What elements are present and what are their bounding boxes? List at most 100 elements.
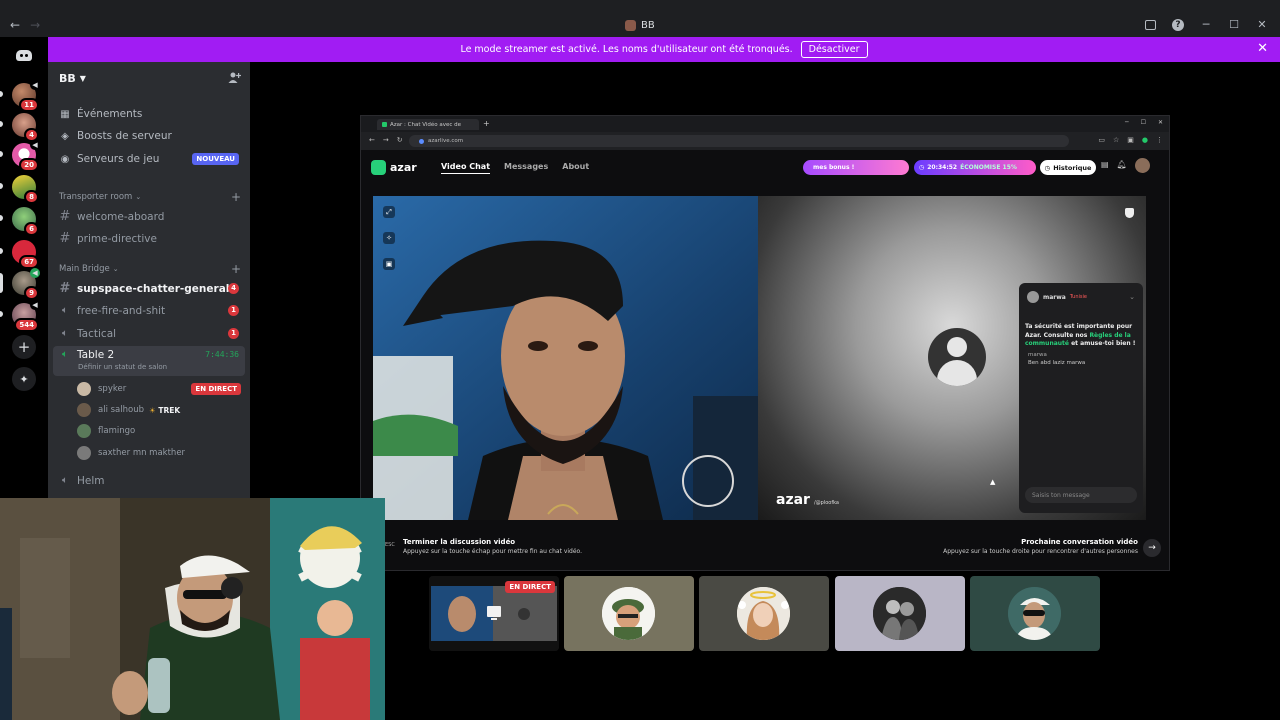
menu-dots-icon[interactable]: ⋮	[1156, 136, 1163, 144]
bonus-button[interactable]: mes bonus !	[803, 160, 909, 175]
channel-helm[interactable]: 🔈︎ Helm	[53, 470, 245, 491]
cast-icon[interactable]: ▭	[1098, 136, 1105, 144]
stream-tile-1[interactable]: EN DIRECT	[429, 576, 559, 651]
server-icon-2[interactable]: 4	[0, 113, 39, 142]
add-server-button[interactable]: +	[12, 335, 36, 359]
server-name: BB	[59, 71, 76, 85]
server-icon-3[interactable]: ◀ 20	[0, 140, 40, 172]
next-chat-hint[interactable]: Prochaine conversation vidéo Appuyez sur…	[943, 538, 1138, 556]
shop-icon[interactable]: ▤	[1101, 160, 1109, 173]
channel-welcome-aboard[interactable]: # welcome-aboard	[53, 206, 245, 227]
user-avatar[interactable]	[1134, 158, 1150, 173]
server-icon-7[interactable]: ◀ 9	[0, 268, 40, 300]
channel-supspace-chatter-general[interactable]: # supspace-chatter-general 4	[53, 278, 245, 299]
unread-pill	[0, 215, 3, 221]
nav-video-chat[interactable]: Video Chat	[441, 162, 491, 174]
promo-timer: 20:34:52	[927, 164, 958, 171]
stream-tile-4[interactable]	[835, 576, 965, 651]
promo-button[interactable]: ◷ 20:34:52 ÉCONOMISE 15%	[914, 160, 1036, 175]
expand-icon[interactable]: ⤢	[383, 206, 395, 218]
channel-tactical[interactable]: 🔈︎ Tactical 1	[53, 323, 245, 344]
browser-nav: ← → ↻	[369, 136, 403, 144]
nav-about[interactable]: About	[562, 162, 589, 174]
forward-arrow-icon[interactable]: →	[30, 18, 40, 32]
explore-compass-icon[interactable]: ✦	[12, 367, 36, 391]
partner-avatar	[1027, 291, 1039, 303]
inbox-icon[interactable]	[1145, 19, 1156, 30]
server-icon-8[interactable]: ◀ 544	[0, 300, 40, 332]
speaker-icon: 🔈︎	[62, 305, 68, 316]
bell-icon[interactable]: 🔔︎	[1117, 160, 1127, 173]
participant-avatar	[602, 587, 655, 640]
maximize-icon[interactable]: ☐	[1141, 119, 1146, 126]
chat-panel: marwa Tunisie ⌄ Ta sécurité est importan…	[1019, 283, 1143, 513]
set-channel-status[interactable]: Définir un statut de salon	[78, 363, 167, 371]
voice-user-ali-salhoub[interactable]: ali salhoub ☀ TREK	[77, 400, 245, 420]
history-label: Historique	[1053, 163, 1092, 172]
channel-table-2[interactable]: 🔈︎ Table 2 7:44:36 Définir un statut de …	[53, 346, 245, 376]
partner-country: Tunisie	[1069, 294, 1087, 300]
server-icon-1[interactable]: ◀ 11	[0, 80, 40, 112]
shared-screen-browser[interactable]: Azar : Chat Vidéo avec de + ─ ☐ ✕ ← → ↻ …	[360, 115, 1170, 571]
minimize-button[interactable]: ─	[1200, 18, 1212, 31]
add-channel-icon[interactable]: +	[231, 262, 241, 276]
unread-pill	[0, 91, 3, 97]
filter-icon[interactable]: ▣	[383, 258, 395, 270]
server-icon-4[interactable]: 8	[0, 175, 39, 204]
profile-icon[interactable]: ●	[1142, 136, 1148, 144]
game-servers-menu-item[interactable]: ◉ Serveurs de jeu NOUVEAU	[59, 149, 245, 169]
channel-prime-directive[interactable]: # prime-directive	[53, 228, 245, 249]
server-header[interactable]: BB ▼	[48, 62, 250, 94]
chat-input[interactable]: Saisis ton message	[1025, 487, 1137, 503]
maximize-button[interactable]: ☐	[1228, 18, 1240, 31]
stream-tile-5[interactable]	[970, 576, 1100, 651]
azar-logo[interactable]: azar	[371, 160, 417, 175]
category-main-bridge[interactable]: Main Bridge ⌄ +	[59, 262, 245, 276]
server-icon-6[interactable]: 67	[0, 240, 39, 269]
add-channel-icon[interactable]: +	[231, 190, 241, 204]
history-button[interactable]: ◷ Historique	[1040, 160, 1096, 175]
url-text: azarlive.com	[428, 138, 464, 144]
reload-icon[interactable]: ↻	[397, 136, 403, 144]
help-icon[interactable]: ?	[1172, 18, 1184, 31]
close-icon[interactable]: ✕	[1257, 41, 1268, 56]
voice-user-name: flamingo	[98, 426, 136, 436]
stream-tile-3[interactable]	[699, 576, 829, 651]
next-arrow-icon[interactable]: →	[1143, 539, 1161, 557]
voice-user-saxther[interactable]: saxther mn makther	[77, 443, 245, 463]
back-arrow-icon[interactable]: ←	[10, 18, 20, 32]
address-bar[interactable]: azarlive.com	[409, 135, 1069, 147]
extensions-icon[interactable]: ▣	[1127, 136, 1134, 144]
forward-icon[interactable]: →	[383, 136, 389, 144]
new-tab-button[interactable]: +	[483, 119, 490, 128]
browser-tab[interactable]: Azar : Chat Vidéo avec de	[377, 119, 479, 130]
voice-user-spyker[interactable]: spyker EN DIRECT	[77, 379, 245, 399]
minimize-icon[interactable]: ─	[1125, 119, 1129, 126]
stream-tile-2[interactable]	[564, 576, 694, 651]
partner-name: marwa	[1043, 293, 1066, 301]
nav-messages[interactable]: Messages	[504, 162, 548, 174]
speaker-icon: 🔈︎	[62, 349, 68, 360]
effects-wand-icon[interactable]: ✧	[383, 232, 395, 244]
close-icon[interactable]: ✕	[1158, 119, 1163, 126]
channel-free-fire-and-shit[interactable]: 🔈︎ free-fire-and-shit 1	[53, 300, 245, 321]
server-icon-5[interactable]: 6	[0, 207, 39, 236]
site-info-icon	[419, 138, 424, 144]
history-clock-icon: ◷	[1044, 163, 1051, 172]
shield-icon[interactable]	[1125, 208, 1134, 218]
discord-home-button[interactable]	[12, 45, 36, 65]
end-chat-hint[interactable]: Terminer la discussion vidéo Appuyez sur…	[403, 538, 582, 556]
voice-user-flamingo[interactable]: flamingo	[77, 421, 245, 441]
chevron-down-icon[interactable]: ⌄	[1129, 293, 1135, 301]
participant-avatar	[1008, 587, 1061, 640]
category-label: Main Bridge	[59, 264, 110, 274]
star-icon[interactable]: ☆	[1113, 136, 1119, 144]
disable-streamer-button[interactable]: Désactiver	[800, 41, 868, 58]
back-icon[interactable]: ←	[369, 136, 375, 144]
events-menu-item[interactable]: ▦ Événements	[59, 104, 245, 124]
close-window-button[interactable]: ✕	[1256, 18, 1268, 31]
invite-user-icon[interactable]	[228, 71, 241, 84]
menu-label: Serveurs de jeu	[77, 153, 160, 165]
boosts-menu-item[interactable]: ◈ Boosts de serveur	[59, 126, 245, 146]
category-transporter-room[interactable]: Transporter room ⌄ +	[59, 190, 245, 204]
